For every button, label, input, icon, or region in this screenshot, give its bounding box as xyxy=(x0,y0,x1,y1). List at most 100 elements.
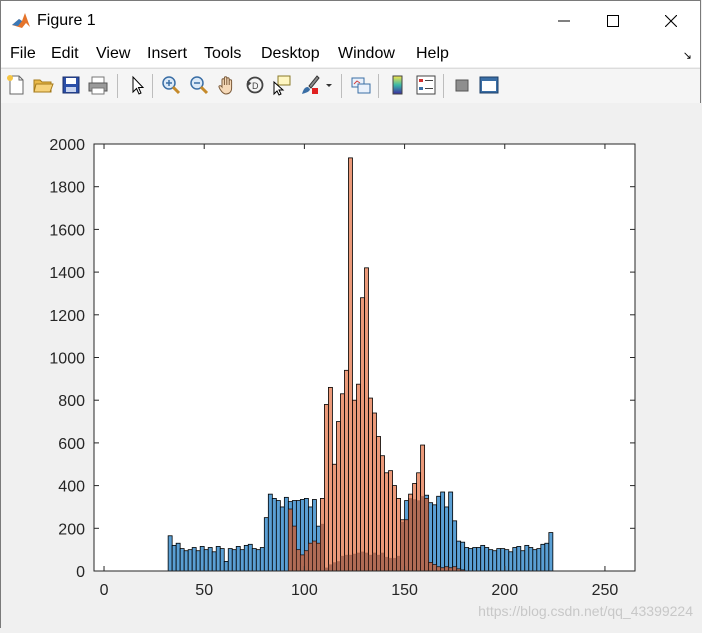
bar-overlap xyxy=(428,562,433,571)
bar-overlap xyxy=(356,552,361,571)
bar-series-1 xyxy=(500,548,506,572)
bar-overlap xyxy=(292,526,297,571)
y-tick-label: 1000 xyxy=(49,351,85,368)
menu-view[interactable]: View xyxy=(96,45,130,63)
bar-series-1 xyxy=(239,549,245,572)
bar-series-1 xyxy=(448,491,454,572)
x-tick-label: 150 xyxy=(391,582,418,599)
bar-overlap xyxy=(308,543,313,571)
bar-series-1 xyxy=(460,541,466,572)
menu-desktop[interactable]: Desktop xyxy=(261,45,320,63)
bar-overlap xyxy=(392,558,397,571)
menu-window[interactable]: Window xyxy=(338,45,395,63)
matlab-logo-icon xyxy=(11,11,31,31)
bar-overlap xyxy=(368,554,373,571)
legend-icon[interactable] xyxy=(415,74,437,96)
bar-overlap xyxy=(400,521,405,571)
bar-series-1 xyxy=(207,547,213,572)
bar-series-1 xyxy=(203,549,209,572)
figure-window: Figure 1 File Edit View Insert Tools Des… xyxy=(0,0,701,628)
brush-icon[interactable] xyxy=(299,74,321,96)
bar-series-1 xyxy=(227,548,233,572)
toolbar-separator xyxy=(341,74,342,98)
bar-series-1 xyxy=(211,551,217,572)
bar-overlap xyxy=(372,552,377,571)
bar-series-1 xyxy=(508,551,514,572)
bar-series-1 xyxy=(255,549,261,572)
bar-overlap xyxy=(316,543,321,571)
bar-series-1 xyxy=(223,560,229,572)
bar-series-1 xyxy=(528,547,534,572)
menu-edit[interactable]: Edit xyxy=(51,45,79,63)
menu-help[interactable]: Help xyxy=(416,45,449,63)
rotate-3d-icon[interactable]: D xyxy=(244,74,266,96)
x-tick-label: 0 xyxy=(100,582,109,599)
bar-series-2 xyxy=(336,421,341,572)
maximize-icon xyxy=(607,15,619,27)
select-arrow-icon[interactable] xyxy=(126,74,148,96)
new-figure-icon[interactable] xyxy=(5,74,27,96)
bar-series-1 xyxy=(231,549,237,572)
bar-overlap xyxy=(388,558,393,571)
zoom-out-icon[interactable] xyxy=(188,74,210,96)
brush-dropdown-icon[interactable] xyxy=(323,74,335,96)
maximize-button[interactable] xyxy=(590,1,636,41)
bar-series-1 xyxy=(167,535,173,572)
menu-insert[interactable]: Insert xyxy=(147,45,187,63)
bar-series-1 xyxy=(548,532,554,572)
bar-series-1 xyxy=(520,550,526,572)
zoom-in-icon[interactable] xyxy=(160,74,182,96)
bar-overlap xyxy=(320,524,325,571)
bar-series-1 xyxy=(183,550,189,572)
menu-file[interactable]: File xyxy=(10,45,36,63)
colorbar-icon[interactable] xyxy=(387,74,409,96)
bar-series-1 xyxy=(544,542,550,572)
dock-arrow-icon[interactable]: ↘ xyxy=(683,49,692,62)
toolbar-separator xyxy=(117,74,118,98)
pan-hand-icon[interactable] xyxy=(216,74,238,96)
bar-series-1 xyxy=(436,495,442,572)
y-tick-label: 200 xyxy=(58,521,85,538)
toolbar-separator xyxy=(443,74,444,98)
bar-series-1 xyxy=(179,548,185,572)
bar-series-1 xyxy=(536,548,542,572)
bar-series-1 xyxy=(452,520,458,572)
hide-tools-icon[interactable] xyxy=(451,74,473,96)
link-plot-icon[interactable] xyxy=(350,74,372,96)
x-tick-label: 100 xyxy=(291,582,318,599)
bar-series-1 xyxy=(468,548,474,572)
title-bar[interactable]: Figure 1 xyxy=(1,1,700,41)
bar-overlap xyxy=(444,566,449,571)
show-tools-icon[interactable] xyxy=(478,74,500,96)
bar-series-1 xyxy=(512,547,518,572)
data-cursor-icon[interactable] xyxy=(271,74,293,96)
minimize-button[interactable] xyxy=(541,1,587,41)
open-file-icon[interactable] xyxy=(32,74,54,96)
bar-overlap xyxy=(288,509,293,571)
bar-series-2 xyxy=(328,386,333,572)
save-icon[interactable] xyxy=(60,74,82,96)
print-icon[interactable] xyxy=(87,74,109,96)
bar-series-2 xyxy=(348,157,353,572)
x-tick-label: 250 xyxy=(592,582,619,599)
y-tick-label: 1400 xyxy=(49,265,85,282)
bar-overlap xyxy=(380,552,385,571)
close-icon xyxy=(665,15,677,27)
bar-overlap xyxy=(420,496,425,571)
menu-tools[interactable]: Tools xyxy=(204,45,241,63)
bar-series-1 xyxy=(524,544,530,572)
close-button[interactable] xyxy=(648,1,694,41)
x-tick-label: 200 xyxy=(491,582,518,599)
bar-series-2 xyxy=(376,436,381,572)
y-tick-label: 600 xyxy=(58,436,85,453)
bar-overlap xyxy=(384,557,389,571)
bar-series-1 xyxy=(476,547,482,572)
bar-overlap xyxy=(328,564,333,571)
watermark-text: https://blog.csdn.net/qq_43399224 xyxy=(478,603,693,619)
bar-series-1 xyxy=(492,550,498,572)
bar-series-2 xyxy=(344,369,349,572)
y-tick-label: 800 xyxy=(58,393,85,410)
bar-series-1 xyxy=(195,550,201,572)
bar-series-1 xyxy=(187,549,193,572)
bar-series-1 xyxy=(243,544,249,572)
